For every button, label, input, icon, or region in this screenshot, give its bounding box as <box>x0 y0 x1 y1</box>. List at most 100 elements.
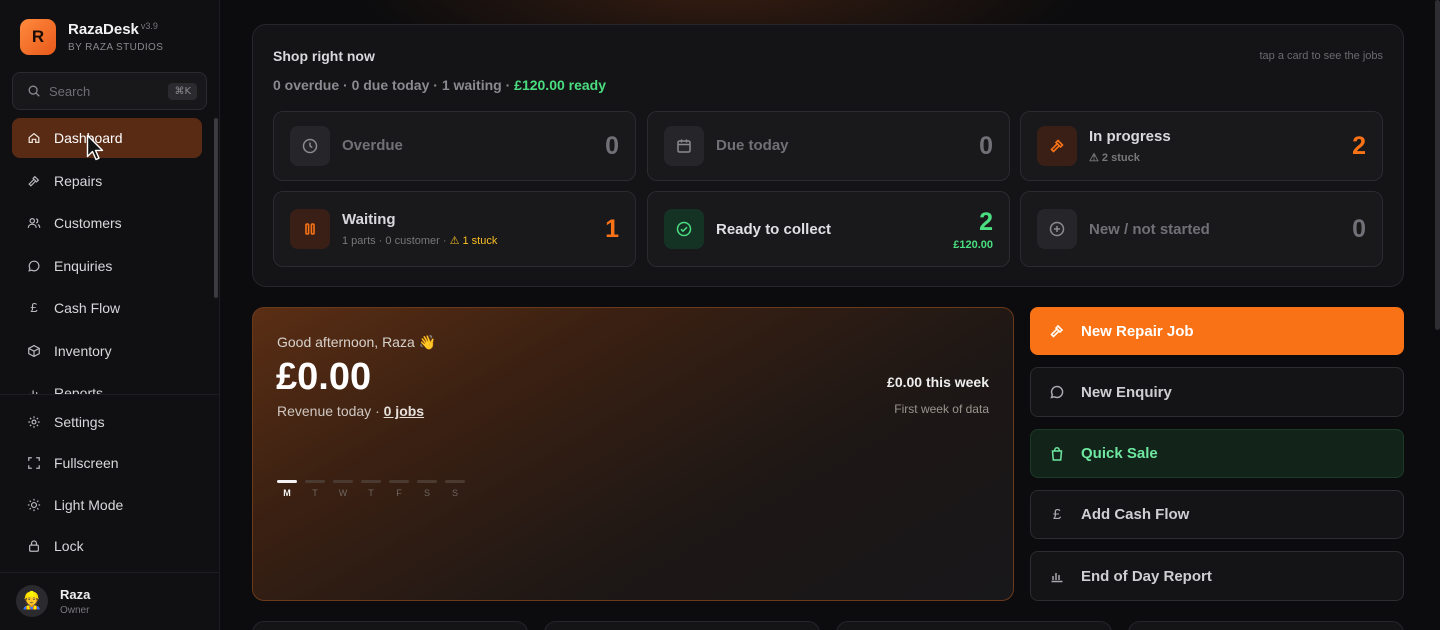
card-count: 0 <box>605 132 619 160</box>
message-icon <box>28 260 40 272</box>
nav-item-reports[interactable]: Reports <box>12 373 202 394</box>
search-input[interactable] <box>49 83 159 99</box>
revenue-label: Revenue today · 0 jobs <box>277 403 424 419</box>
gear-icon <box>28 416 40 428</box>
calendar-icon-box <box>664 126 704 166</box>
user-role: Owner <box>60 604 90 616</box>
plus-circle-icon <box>1049 221 1065 237</box>
quick-sale-button[interactable]: Quick Sale <box>1030 429 1404 478</box>
secondary-nav: Settings Fullscreen Light Mode Lock <box>12 402 202 567</box>
hammer-icon <box>1050 139 1064 153</box>
weekday-0: M <box>277 480 297 498</box>
card-sub-details: 1 parts · 0 customer · <box>342 235 450 247</box>
weekday-4: F <box>389 480 409 498</box>
user-profile[interactable]: 👷 Raza Owner <box>16 585 90 617</box>
card-new-not-started[interactable]: New / not started 0 <box>1020 191 1383 267</box>
card-count: 2 <box>979 208 993 236</box>
nav-label: Lock <box>54 537 84 554</box>
revenue-card: Good afternoon, Raza 👋 £0.00 Revenue tod… <box>252 307 1014 601</box>
card-stuck-warning: ⚠ 1 stuck <box>449 235 498 247</box>
card-waiting[interactable]: Waiting 1 parts · 0 customer · ⚠ 1 stuck… <box>273 191 636 267</box>
card-label: New / not started <box>1089 221 1210 238</box>
nav-item-dashboard[interactable]: Dashboard <box>12 118 202 158</box>
main-scrollbar[interactable] <box>1435 0 1440 330</box>
pound-icon: £ <box>30 300 38 315</box>
shopping-bag-icon <box>1051 446 1063 461</box>
mouse-cursor-icon <box>86 134 104 161</box>
card-stuck-warning: ⚠ 2 stuck <box>1089 152 1140 164</box>
brand[interactable]: R RazaDesk v3.9 BY RAZA STUDIOS <box>20 19 163 55</box>
nav-label: Customers <box>54 215 122 231</box>
calendar-icon <box>677 139 691 153</box>
fullscreen-icon <box>28 457 40 470</box>
card-amount: £120.00 <box>953 239 993 251</box>
nav-item-inventory[interactable]: Inventory <box>12 331 202 371</box>
card-in-progress[interactable]: In progress ⚠ 2 stuck 2 <box>1020 111 1383 181</box>
card-count: 1 <box>605 215 619 243</box>
nav-label: Inventory <box>54 342 112 359</box>
search-box[interactable]: ⌘K <box>12 72 207 110</box>
weekday-label: T <box>368 488 374 498</box>
clock-icon-box <box>290 126 330 166</box>
greeting: Good afternoon, Raza 👋 <box>277 334 437 350</box>
weekday-label: T <box>312 488 318 498</box>
search-icon <box>28 85 40 97</box>
new-enquiry-button[interactable]: New Enquiry <box>1030 367 1404 417</box>
summary-card <box>252 621 528 630</box>
weekday-bar <box>445 480 465 483</box>
button-label: New Repair Job <box>1081 322 1194 340</box>
card-overdue[interactable]: Overdue 0 <box>273 111 636 181</box>
plus-icon-box <box>1037 209 1077 249</box>
week-total: £0.00 this week <box>887 374 989 390</box>
check-icon-box <box>664 209 704 249</box>
weekday-2: W <box>333 480 353 498</box>
card-label: Waiting <box>342 211 396 228</box>
nav-label: Cash Flow <box>54 300 121 316</box>
nav-item-fullscreen[interactable]: Fullscreen <box>12 443 202 483</box>
button-label: Add Cash Flow <box>1081 506 1190 523</box>
weekday-bar <box>361 480 381 483</box>
sidebar-divider <box>0 394 219 395</box>
hammer-icon <box>1050 324 1064 338</box>
weekday-bar <box>277 480 297 483</box>
button-label: New Enquiry <box>1081 383 1172 401</box>
card-ready-to-collect[interactable]: Ready to collect 2 £120.00 <box>647 191 1010 267</box>
shop-status-panel: Shop right now tap a card to see the job… <box>252 24 1404 287</box>
nav-label: Reports <box>54 385 104 394</box>
search-shortcut: ⌘K <box>168 82 197 100</box>
card-label: Ready to collect <box>716 221 832 238</box>
sidebar-scrollbar[interactable] <box>214 118 218 298</box>
end-of-day-report-button[interactable]: End of Day Report <box>1030 551 1404 601</box>
new-repair-job-button[interactable]: New Repair Job <box>1030 307 1404 355</box>
weekday-6: S <box>445 480 465 498</box>
main-nav: Dashboard Repairs Customers Enquiries £ … <box>12 118 202 394</box>
nav-item-enquiries[interactable]: Enquiries <box>12 246 202 286</box>
weekday-bar <box>389 480 409 483</box>
summary-card <box>836 621 1112 630</box>
nav-item-settings[interactable]: Settings <box>12 402 202 442</box>
nav-label: Settings <box>54 414 105 430</box>
add-cash-flow-button[interactable]: £ Add Cash Flow <box>1030 490 1404 539</box>
weekday-strip: MTWTFSS <box>277 480 473 498</box>
hammer-icon <box>28 175 40 187</box>
nav-item-repairs[interactable]: Repairs <box>12 161 202 201</box>
revenue-label-text: Revenue today · <box>277 403 384 419</box>
nav-item-light-mode[interactable]: Light Mode <box>12 485 202 525</box>
card-count: 0 <box>979 132 993 160</box>
brand-logo: R <box>20 19 56 55</box>
revenue-today-value: £0.00 <box>276 356 372 398</box>
card-due-today[interactable]: Due today 0 <box>647 111 1010 181</box>
pound-icon: £ <box>1052 506 1062 523</box>
weekday-label: F <box>396 488 402 498</box>
sun-icon <box>27 498 41 511</box>
main-content: Shop right now tap a card to see the job… <box>220 0 1440 630</box>
jobs-link[interactable]: 0 jobs <box>384 403 424 419</box>
check-circle-icon <box>676 221 692 237</box>
hammer-icon-box <box>1037 126 1077 166</box>
weekday-1: T <box>305 480 325 498</box>
nav-item-cash-flow[interactable]: £ Cash Flow <box>12 288 202 328</box>
nav-label: Enquiries <box>54 257 113 274</box>
nav-item-lock[interactable]: Lock <box>12 526 202 566</box>
button-label: End of Day Report <box>1081 567 1212 585</box>
nav-item-customers[interactable]: Customers <box>12 203 202 243</box>
